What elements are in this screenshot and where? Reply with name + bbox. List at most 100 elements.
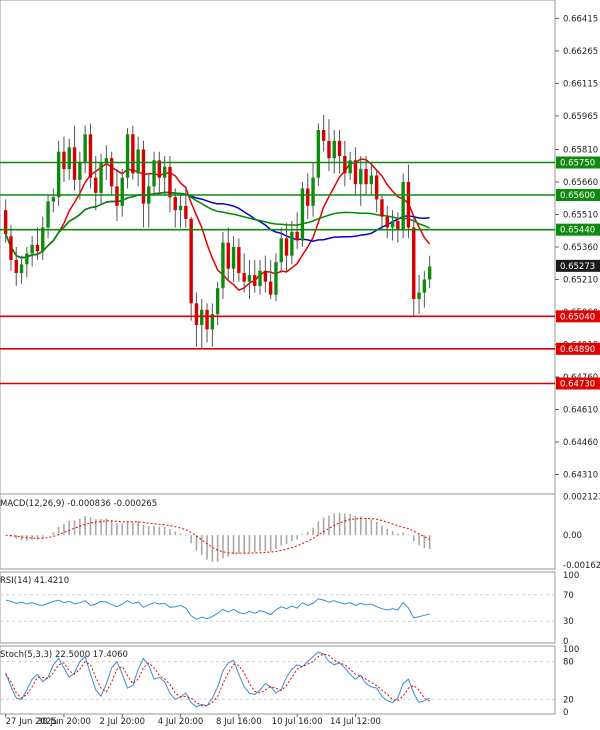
- candle-body: [422, 279, 427, 293]
- price-tick-label: 0.65810: [563, 146, 598, 156]
- forex-chart: MACD(12,26,9) -0.000836 -0.000265 RSI(14…: [0, 0, 600, 727]
- candle-body: [162, 166, 167, 178]
- price-tick-label: 0.65660: [563, 178, 598, 188]
- candle-body: [380, 199, 384, 217]
- price-tick-label: 0.66415: [563, 14, 598, 24]
- candle-body: [242, 273, 246, 282]
- stoch-tick-label: 100: [563, 645, 579, 655]
- candle-body: [184, 205, 188, 219]
- candle-body: [51, 197, 56, 202]
- time-tick-label: 4 Jul 20:00: [158, 717, 204, 726]
- candle-body: [268, 281, 273, 295]
- stoch-tick-label: 80: [563, 658, 574, 668]
- time-tick-label: 30 Jun 20:00: [37, 717, 91, 726]
- candle-body: [72, 147, 77, 180]
- candle-body: [56, 151, 61, 198]
- price-tick-label: 0.65360: [563, 243, 598, 253]
- stoch-tick-label: 20: [563, 695, 574, 705]
- last-price-label: 0.65273: [560, 262, 595, 272]
- candle-body: [295, 231, 299, 241]
- time-tick-label: 14 Jul 12:00: [330, 717, 381, 726]
- candle-body: [35, 244, 40, 252]
- candle-body: [46, 201, 50, 228]
- candle-body: [337, 140, 342, 156]
- candle-body: [332, 140, 336, 159]
- candle-body: [25, 253, 29, 265]
- level-tag-label: 0.65040: [560, 312, 595, 322]
- candle-body: [78, 162, 82, 180]
- price-tick-label: 0.64610: [563, 406, 598, 416]
- candle-body: [9, 236, 13, 260]
- candle-body: [237, 247, 241, 273]
- rsi-tick-label: 30: [563, 617, 574, 627]
- macd-tick-label: 0.00: [563, 531, 582, 541]
- level-tag-label: 0.64730: [560, 380, 595, 390]
- candle-body: [369, 175, 374, 185]
- candle-body: [221, 242, 225, 289]
- rsi-tick-label: 70: [563, 591, 574, 601]
- candle-body: [14, 260, 18, 273]
- candle-body: [353, 160, 358, 185]
- candle-body: [274, 262, 278, 295]
- candle-body: [94, 177, 98, 193]
- candle-body: [19, 264, 24, 273]
- price-tick-label: 0.64310: [563, 471, 598, 481]
- candle-body: [30, 244, 34, 254]
- candle-body: [406, 182, 411, 228]
- candle-body: [417, 292, 421, 299]
- candle-body: [115, 186, 119, 206]
- time-tick-label: 2 Jul 20:00: [99, 717, 145, 726]
- candle-body: [131, 134, 135, 174]
- rsi-tick-label: 100: [563, 571, 579, 581]
- candle-body: [284, 238, 289, 256]
- level-tag-label: 0.65440: [560, 226, 595, 236]
- candle-body: [427, 266, 432, 280]
- price-tick-label: 0.65210: [563, 276, 598, 286]
- candle-body: [62, 151, 66, 169]
- candle-body: [178, 205, 183, 211]
- candle-body: [343, 156, 347, 174]
- rsi-label: RSI(14) 41.4210: [0, 576, 69, 586]
- macd-tick-label: 0.002123: [563, 492, 600, 502]
- candle-body: [41, 227, 45, 252]
- candle-body: [205, 309, 209, 330]
- candle-body: [152, 160, 156, 187]
- price-tick-label: 0.65965: [563, 112, 598, 122]
- candle-body: [327, 140, 331, 159]
- candle-body: [226, 242, 230, 269]
- level-tag-label: 0.64890: [560, 345, 595, 355]
- price-pane-border: [0, 0, 556, 495]
- chart-canvas: MACD(12,26,9) -0.000836 -0.000265 RSI(14…: [0, 0, 600, 727]
- candle-body: [306, 188, 310, 206]
- price-tick-label: 0.66265: [563, 47, 598, 57]
- time-tick-label: 8 Jul 16:00: [216, 717, 262, 726]
- candle-body: [125, 134, 130, 178]
- candle-body: [359, 169, 363, 185]
- candle-body: [189, 218, 193, 304]
- candle-body: [316, 130, 321, 178]
- level-tag-label: 0.65600: [560, 191, 595, 201]
- price-tick-label: 0.66115: [563, 79, 598, 89]
- candle-body: [258, 270, 262, 286]
- stoch-tick-label: 0: [563, 708, 568, 718]
- candle-body: [401, 182, 405, 230]
- macd-tick-label: -0.001627: [563, 561, 600, 571]
- candle-body: [83, 134, 87, 163]
- candle-body: [120, 177, 124, 206]
- candle-body: [67, 147, 71, 169]
- level-tag-label: 0.65750: [560, 159, 595, 169]
- candle-body: [168, 166, 172, 198]
- candle-body: [194, 303, 199, 325]
- candle-body: [396, 221, 400, 230]
- candle-body: [412, 227, 416, 299]
- rsi-pane-border: [0, 571, 556, 644]
- candle-body: [173, 197, 177, 211]
- candle-body: [321, 130, 326, 141]
- price-tick-label: 0.64460: [563, 438, 598, 448]
- candle-body: [215, 288, 220, 315]
- candle-body: [300, 188, 305, 241]
- macd-label: MACD(12,26,9) -0.000836 -0.000265: [0, 499, 157, 509]
- time-tick-label: 10 Jul 16:00: [272, 717, 323, 726]
- time-axis: 27 Jun 202530 Jun 20:00 2 Jul 20:00 4 Jul …: [5, 714, 381, 727]
- candle-body: [290, 231, 294, 256]
